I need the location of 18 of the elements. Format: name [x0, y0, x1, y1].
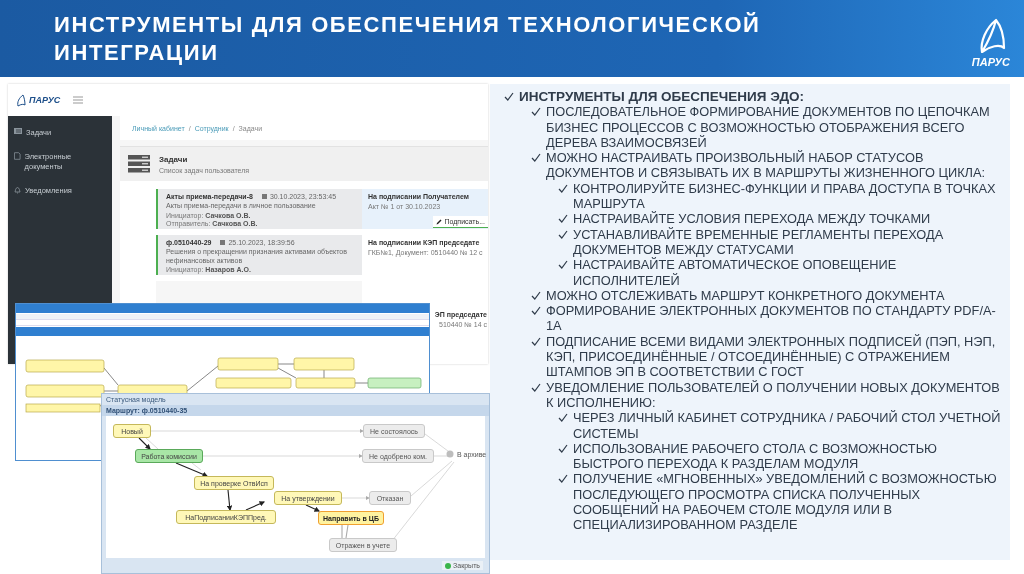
- feature-text: ЧЕРЕЗ ЛИЧНЫЙ КАБИНЕТ СОТРУДНИКА / РАБОЧИЙ СТОЛ УЧЕТНОЙ СИСТЕМЫ: [573, 410, 1002, 441]
- feature-text: ПОСЛЕДОВАТЕЛЬНОЕ ФОРМИРОВАНИЕ ДОКУМЕНТОВ ПО ЦЕПОЧКАМ БИЗНЕС ПРОЦЕССОВ С ВОЗМОЖНОСТЬЮ ОТОБРАЖЕНИЯ ВСЕГО ДЕРЕВА ВЗАИМОСВЯЗЕЙ: [546, 104, 991, 150]
- logo-text: ПАРУС: [29, 95, 61, 105]
- feature-text: ИНСТРУМЕНТЫ ДЛЯ ОБЕСПЕЧЕНИЯ ЭДО:: [519, 89, 806, 105]
- feature-text: КОНТРОЛИРУЙТЕ БИЗНЕС-ФУНКЦИИ И ПРАВА ДОСТУПА В ТОЧКАХ МАРШРУТА: [573, 180, 997, 212]
- feature-text: ПОЛУЧЕНИЕ «МГНОВЕННЫХ» УВЕДОМЛЕНИЙ С ВОЗМОЖНОСТЬЮ ПОСЛЕДУЮЩЕГО ПРОСМОТРА СПИСКА ПОЛУЧЕННЫХ СООБЩЕНИЙ НА РАБОЧЕМ СТОЛЕ МОДУЛЯ ИЛИ В СПЕЦИАЛИЗИРОВАННОМ РАЗДЕЛЕ: [573, 471, 998, 533]
- slide-title: ИНСТРУМЕНТЫ ДЛЯ ОБЕСПЕЧЕНИЯ ТЕХНОЛОГИЧЕСКОЙ ИНТЕГРАЦИИ: [54, 10, 762, 67]
- feature-text: УСТАНАВЛИВАЙТЕ ВРЕМЕННЫЕ РЕГЛАМЕНТЫ ПЕРЕХОДА ДОКУМЕНТОВ МЕЖДУ СТАТУСАМИ: [573, 226, 945, 258]
- panel-title: Задачи: [159, 154, 189, 164]
- feature-text: ПОДПИСАНИЕ ВСЕМИ ВИДАМИ ЭЛЕКТРОННЫХ ПОДПИСЕЙ (ПЭП, НЭП, КЭП, ПРИСОЕДИНЁННЫЕ / ОТСОЕДИНЁННЫЕ) С ОТРАЖЕНИЕМ ШТАМПОВ ЭП В СООТВЕТСТВИИ С ГОСТ: [546, 333, 997, 380]
- feature-text: МОЖНО ОТСЛЕЖИВАТЬ МАРШРУТ КОНКРЕТНОГО ДОКУМЕНТА: [546, 287, 946, 304]
- feature-text: УВЕДОМЛЕНИЕ ПОЛЬЗОВАТЕЛЕЙ О ПОЛУЧЕНИИ НОВЫХ ДОКУМЕНТОВ К ИСПОЛНЕНИЮ:: [546, 379, 1001, 410]
- feature-text: ФОРМИРОВАНИЕ ЭЛЕКТРОННЫХ ДОКУМЕНТОВ ПО СТАНДАРТУ PDF/A-1A: [546, 303, 997, 334]
- feature-text: НАСТРАИВАЙТЕ АВТОМАТИЧЕСКОЕ ОПОВЕЩЕНИЕ ИСПОЛНИТЕЛЕЙ: [573, 257, 898, 288]
- feature-text: МОЖНО НАСТРАИВАТЬ ПРОИЗВОЛЬНЫЙ НАБОР СТАТУСОВ ДОКУМЕНТОВ И СВЯЗЫВАТЬ ИХ В МАРШРУТЫ ЖИЗНЕННОГО ЦИКЛА:: [546, 150, 987, 181]
- feature-text: НАСТРАИВАЙТЕ УСЛОВИЯ ПЕРЕХОДА МЕЖДУ ТОЧКАМИ: [573, 211, 932, 227]
- brand-name: ПАРУС: [971, 55, 1010, 68]
- feature-text: ИСПОЛЬЗОВАНИЕ РАБОЧЕГО СТОЛА С ВОЗМОЖНОСТЬЮ БЫСТРОГО ПЕРЕХОДА К РАЗДЕЛАМ МОДУЛЯ: [573, 440, 938, 472]
